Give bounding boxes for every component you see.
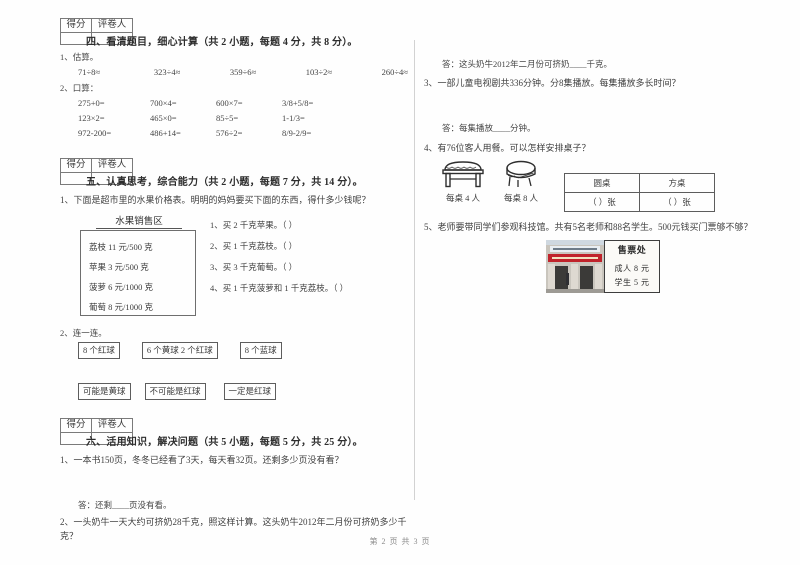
fruit-price-item: 菠萝 6 元/1000 克: [89, 282, 153, 292]
score-label: 得分: [60, 418, 92, 433]
table-header-square: 方桌: [639, 173, 715, 193]
mental-item: 700×4=: [150, 98, 177, 108]
mental-item: 275+0=: [78, 98, 105, 108]
section-6-q3: 3、一部儿童电视剧共336分钟。分8集播放。每集播放多长时间？: [424, 78, 681, 88]
estimate-item: 359÷6≈: [229, 67, 257, 77]
mental-item: 123×2=: [78, 113, 105, 123]
left-column: 得分 评卷人 四、看清题目，细心计算（共 2 小题，每题 4 分，共 8 分）。…: [60, 18, 408, 541]
section-4-title: 四、看清题目，细心计算（共 2 小题，每题 4 分，共 8 分）。: [86, 37, 358, 48]
section-6-title: 六、活用知识，解决问题（共 5 小题，每题 5 分，共 25 分）。: [86, 437, 363, 448]
fruit-price-block: 水果销售区 荔枝 11 元/500 克 苹果 3 元/500 克 菠萝 6 元/…: [60, 213, 408, 316]
matching-exercise: 2、连一连。 8 个红球 6 个黄球 2 个红球 8 个蓝球 可能是黄球 不可能…: [60, 326, 408, 400]
mental-item: 972-200=: [78, 128, 112, 138]
match-box-bottom[interactable]: 不可能是红球: [144, 383, 206, 400]
museum-photo: [546, 240, 604, 293]
table-row: （ ）张 （ ）张: [564, 192, 715, 212]
mental-row: 275+0= 700×4= 600×7= 3/8+5/8=: [78, 97, 408, 110]
estimate-item: 103÷2≈: [305, 67, 333, 77]
section-4-q1-label: 1、估算。: [60, 52, 99, 62]
mental-item: 8/9-2/9=: [282, 128, 312, 138]
round-table-label: 每桌 8 人: [503, 193, 538, 203]
estimate-item: 323÷4≈: [153, 67, 181, 77]
column-divider: [414, 40, 415, 500]
fruit-card-title: 水果销售区: [96, 213, 182, 229]
fruit-price-list: 荔枝 11 元/500 克 苹果 3 元/500 克 菠萝 6 元/1000 克…: [80, 230, 196, 316]
section-4-q2-label: 2、口算：: [60, 83, 99, 93]
grader-label: 评卷人: [91, 158, 133, 173]
section-6-q5: 5、老师要带同学们参观科技馆。共有5名老师和88名学生。500元钱买门票够不够？: [424, 222, 753, 232]
ticket-price-adult: 成人 8 元: [614, 264, 650, 273]
section-5-q2: 2、连一连。: [60, 328, 107, 338]
ticket-price-student: 学生 5 元: [614, 278, 650, 287]
mental-item: 486+14=: [150, 128, 181, 138]
table-header-round: 圆桌: [564, 173, 640, 193]
furniture-illustration-group: 每桌 4 人 每桌 8 人 圆桌 方桌 （ ）张 （ ）张: [434, 159, 754, 212]
fruit-question[interactable]: 4、买 1 千克菠萝和 1 千克荔枝。（ ）: [210, 278, 348, 299]
mental-row: 972-200= 486+14= 576÷2= 8/9-2/9=: [78, 127, 408, 140]
match-row-top: 8 个红球 6 个黄球 2 个红球 8 个蓝球: [78, 342, 408, 359]
match-box-top[interactable]: 6 个黄球 2 个红球: [141, 342, 218, 359]
ticket-sign-title: 售票处: [617, 245, 647, 255]
fruit-price-item: 葡萄 8 元/1000 克: [89, 302, 153, 312]
match-box-top[interactable]: 8 个蓝球: [239, 342, 282, 359]
table-header-row: 圆桌 方桌: [564, 173, 715, 193]
section-6-q4: 4、有76位客人用餐。可以怎样安排桌子？: [424, 143, 591, 153]
grader-label: 评卷人: [91, 18, 133, 33]
ticket-price-sign: 售票处 成人 8 元 学生 5 元: [604, 240, 660, 293]
science-museum-illustration: 售票处 成人 8 元 学生 5 元: [546, 240, 754, 293]
section-6-a1[interactable]: 答：还剩____页没有看。: [78, 498, 408, 512]
match-box-top[interactable]: 8 个红球: [78, 342, 120, 359]
match-row-bottom: 可能是黄球 不可能是红球 一定是红球: [78, 383, 408, 400]
score-label: 得分: [60, 158, 92, 173]
fruit-question[interactable]: 2、买 1 千克荔枝。（ ）: [210, 236, 348, 257]
section-5-title: 五、认真思考，综合能力（共 2 小题，每题 7 分，共 14 分）。: [86, 177, 363, 188]
exam-page: 得分 评卷人 四、看清题目，细心计算（共 2 小题，每题 4 分，共 8 分）。…: [0, 0, 800, 565]
rectangular-table-label: 每桌 4 人: [445, 193, 480, 203]
mental-row: 123×2= 465×0= 85÷5= 1-1/3=: [78, 112, 408, 125]
round-table-group: 每桌 8 人: [492, 159, 550, 204]
page-footer: 第 2 页 共 3 页: [369, 537, 431, 546]
estimate-item: 71÷8≈: [78, 67, 101, 77]
table-cell-round-count[interactable]: （ ）张: [564, 192, 640, 212]
match-box-bottom[interactable]: 可能是黄球: [78, 383, 131, 400]
mental-item: 600×7=: [216, 98, 243, 108]
mental-item: 1-1/3=: [282, 113, 305, 123]
grader-label: 评卷人: [91, 418, 133, 433]
round-table-icon: [492, 159, 550, 189]
fruit-question[interactable]: 3、买 3 千克葡萄。（ ）: [210, 257, 348, 278]
mental-item: 3/8+5/8=: [282, 98, 314, 108]
fruit-price-item: 荔枝 11 元/500 克: [89, 242, 153, 252]
match-box-bottom[interactable]: 一定是红球: [223, 383, 277, 400]
fruit-price-card: 水果销售区 荔枝 11 元/500 克 苹果 3 元/500 克 菠萝 6 元/…: [80, 213, 196, 316]
rectangular-table-icon: [434, 159, 492, 189]
estimate-row: 71÷8≈ 323÷4≈ 359÷6≈ 103÷2≈ 260÷4≈: [78, 66, 408, 79]
section-5-q1: 1、下面是超市里的水果价格表。明明的妈妈要买下面的东西，得什多少钱呢？: [60, 195, 371, 205]
rectangular-table-group: 每桌 4 人: [434, 159, 492, 204]
section-6-a3[interactable]: 答：每集播放____分钟。: [442, 121, 754, 135]
mental-item: 85÷5=: [216, 113, 239, 123]
section-6-q1: 1、一本书150页，冬冬已经看了3天，每天看32页。还剩多少页没有看？: [60, 455, 344, 465]
score-label: 得分: [60, 18, 92, 33]
estimate-item: 260÷4≈: [381, 67, 408, 77]
fruit-price-item: 苹果 3 元/500 克: [89, 262, 149, 272]
mental-item: 576÷2=: [216, 128, 243, 138]
table-cell-square-count[interactable]: （ ）张: [639, 192, 715, 212]
fruit-question[interactable]: 1、买 2 千克苹果。（ ）: [210, 215, 348, 236]
seat-arrangement-table: 圆桌 方桌 （ ）张 （ ）张: [564, 173, 715, 212]
section-6-a2[interactable]: 答：这头奶牛2012年二月份可挤奶____千克。: [442, 57, 754, 71]
mental-item: 465×0=: [150, 113, 177, 123]
right-column: 答：这头奶牛2012年二月份可挤奶____千克。 3、一部儿童电视剧共336分钟…: [424, 18, 754, 538]
fruit-question-list: 1、买 2 千克苹果。（ ） 2、买 1 千克荔枝。（ ） 3、买 3 千克葡萄…: [210, 213, 348, 316]
